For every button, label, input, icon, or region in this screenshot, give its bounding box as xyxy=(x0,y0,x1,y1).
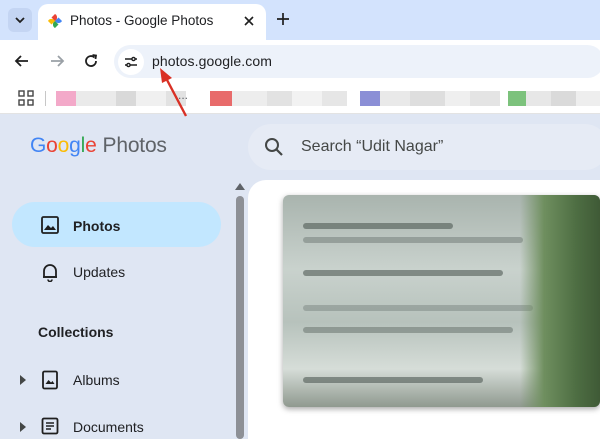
bookmarks-divider xyxy=(45,91,46,106)
google-photos-favicon-icon xyxy=(48,14,62,28)
arrow-left-icon xyxy=(14,55,28,67)
sidebar-scrollbar-thumb[interactable] xyxy=(236,196,244,439)
logo-letter: G xyxy=(30,134,47,157)
reload-icon xyxy=(85,54,98,67)
forward-button[interactable] xyxy=(46,50,68,72)
site-info-button[interactable] xyxy=(118,49,144,75)
sidebar-item-label: Photos xyxy=(73,218,121,234)
chevron-down-icon xyxy=(15,17,25,24)
bookmark-item-blurred-3[interactable] xyxy=(360,91,500,106)
google-photos-logo[interactable]: Google Photos xyxy=(30,134,167,158)
browser-tab-active[interactable]: Photos - Google Photos xyxy=(38,4,266,40)
logo-product-name: Photos xyxy=(102,134,167,157)
back-button[interactable] xyxy=(11,50,33,72)
search-input[interactable]: Search “Udit Nagar” xyxy=(301,138,443,156)
tune-icon xyxy=(125,56,137,68)
scroll-up-arrow-icon[interactable] xyxy=(235,182,245,190)
collections-heading: Collections xyxy=(38,324,114,340)
photo-texture xyxy=(303,327,513,333)
logo-letter: o xyxy=(57,134,70,157)
photo-texture xyxy=(303,305,533,311)
photo-thumbnail[interactable] xyxy=(283,195,600,407)
sidebar-item-label: Updates xyxy=(73,264,126,280)
expand-arrow-icon[interactable] xyxy=(19,375,27,385)
plus-icon xyxy=(277,13,289,25)
logo-letter: g xyxy=(69,134,81,157)
arrow-right-icon xyxy=(51,55,65,67)
photo-texture xyxy=(303,223,453,229)
reload-button[interactable] xyxy=(80,50,102,72)
search-icon[interactable] xyxy=(264,137,284,157)
tab-search-button[interactable] xyxy=(8,8,32,32)
logo-letter: e xyxy=(85,134,97,157)
sidebar-item-label: Documents xyxy=(73,419,144,435)
tab-close-button[interactable] xyxy=(240,12,258,30)
bookmark-item-blurred-4[interactable] xyxy=(508,91,600,106)
bookmark-item-blurred-2[interactable] xyxy=(210,91,347,106)
close-icon xyxy=(244,16,254,26)
apps-grid-icon[interactable] xyxy=(18,90,34,106)
tab-title: Photos - Google Photos xyxy=(70,13,214,28)
document-icon xyxy=(41,417,59,435)
sidebar-item-label: Albums xyxy=(73,372,120,388)
new-tab-button[interactable] xyxy=(273,9,293,29)
photo-icon xyxy=(41,216,59,234)
photo-texture xyxy=(303,237,523,243)
photo-texture xyxy=(303,270,503,276)
album-icon xyxy=(42,370,58,390)
annotation-arrow-icon xyxy=(160,68,188,117)
photo-texture xyxy=(303,377,483,383)
photo-foliage xyxy=(520,195,600,407)
logo-letter: o xyxy=(46,134,58,157)
bell-icon xyxy=(43,264,57,282)
expand-arrow-icon[interactable] xyxy=(19,422,27,432)
